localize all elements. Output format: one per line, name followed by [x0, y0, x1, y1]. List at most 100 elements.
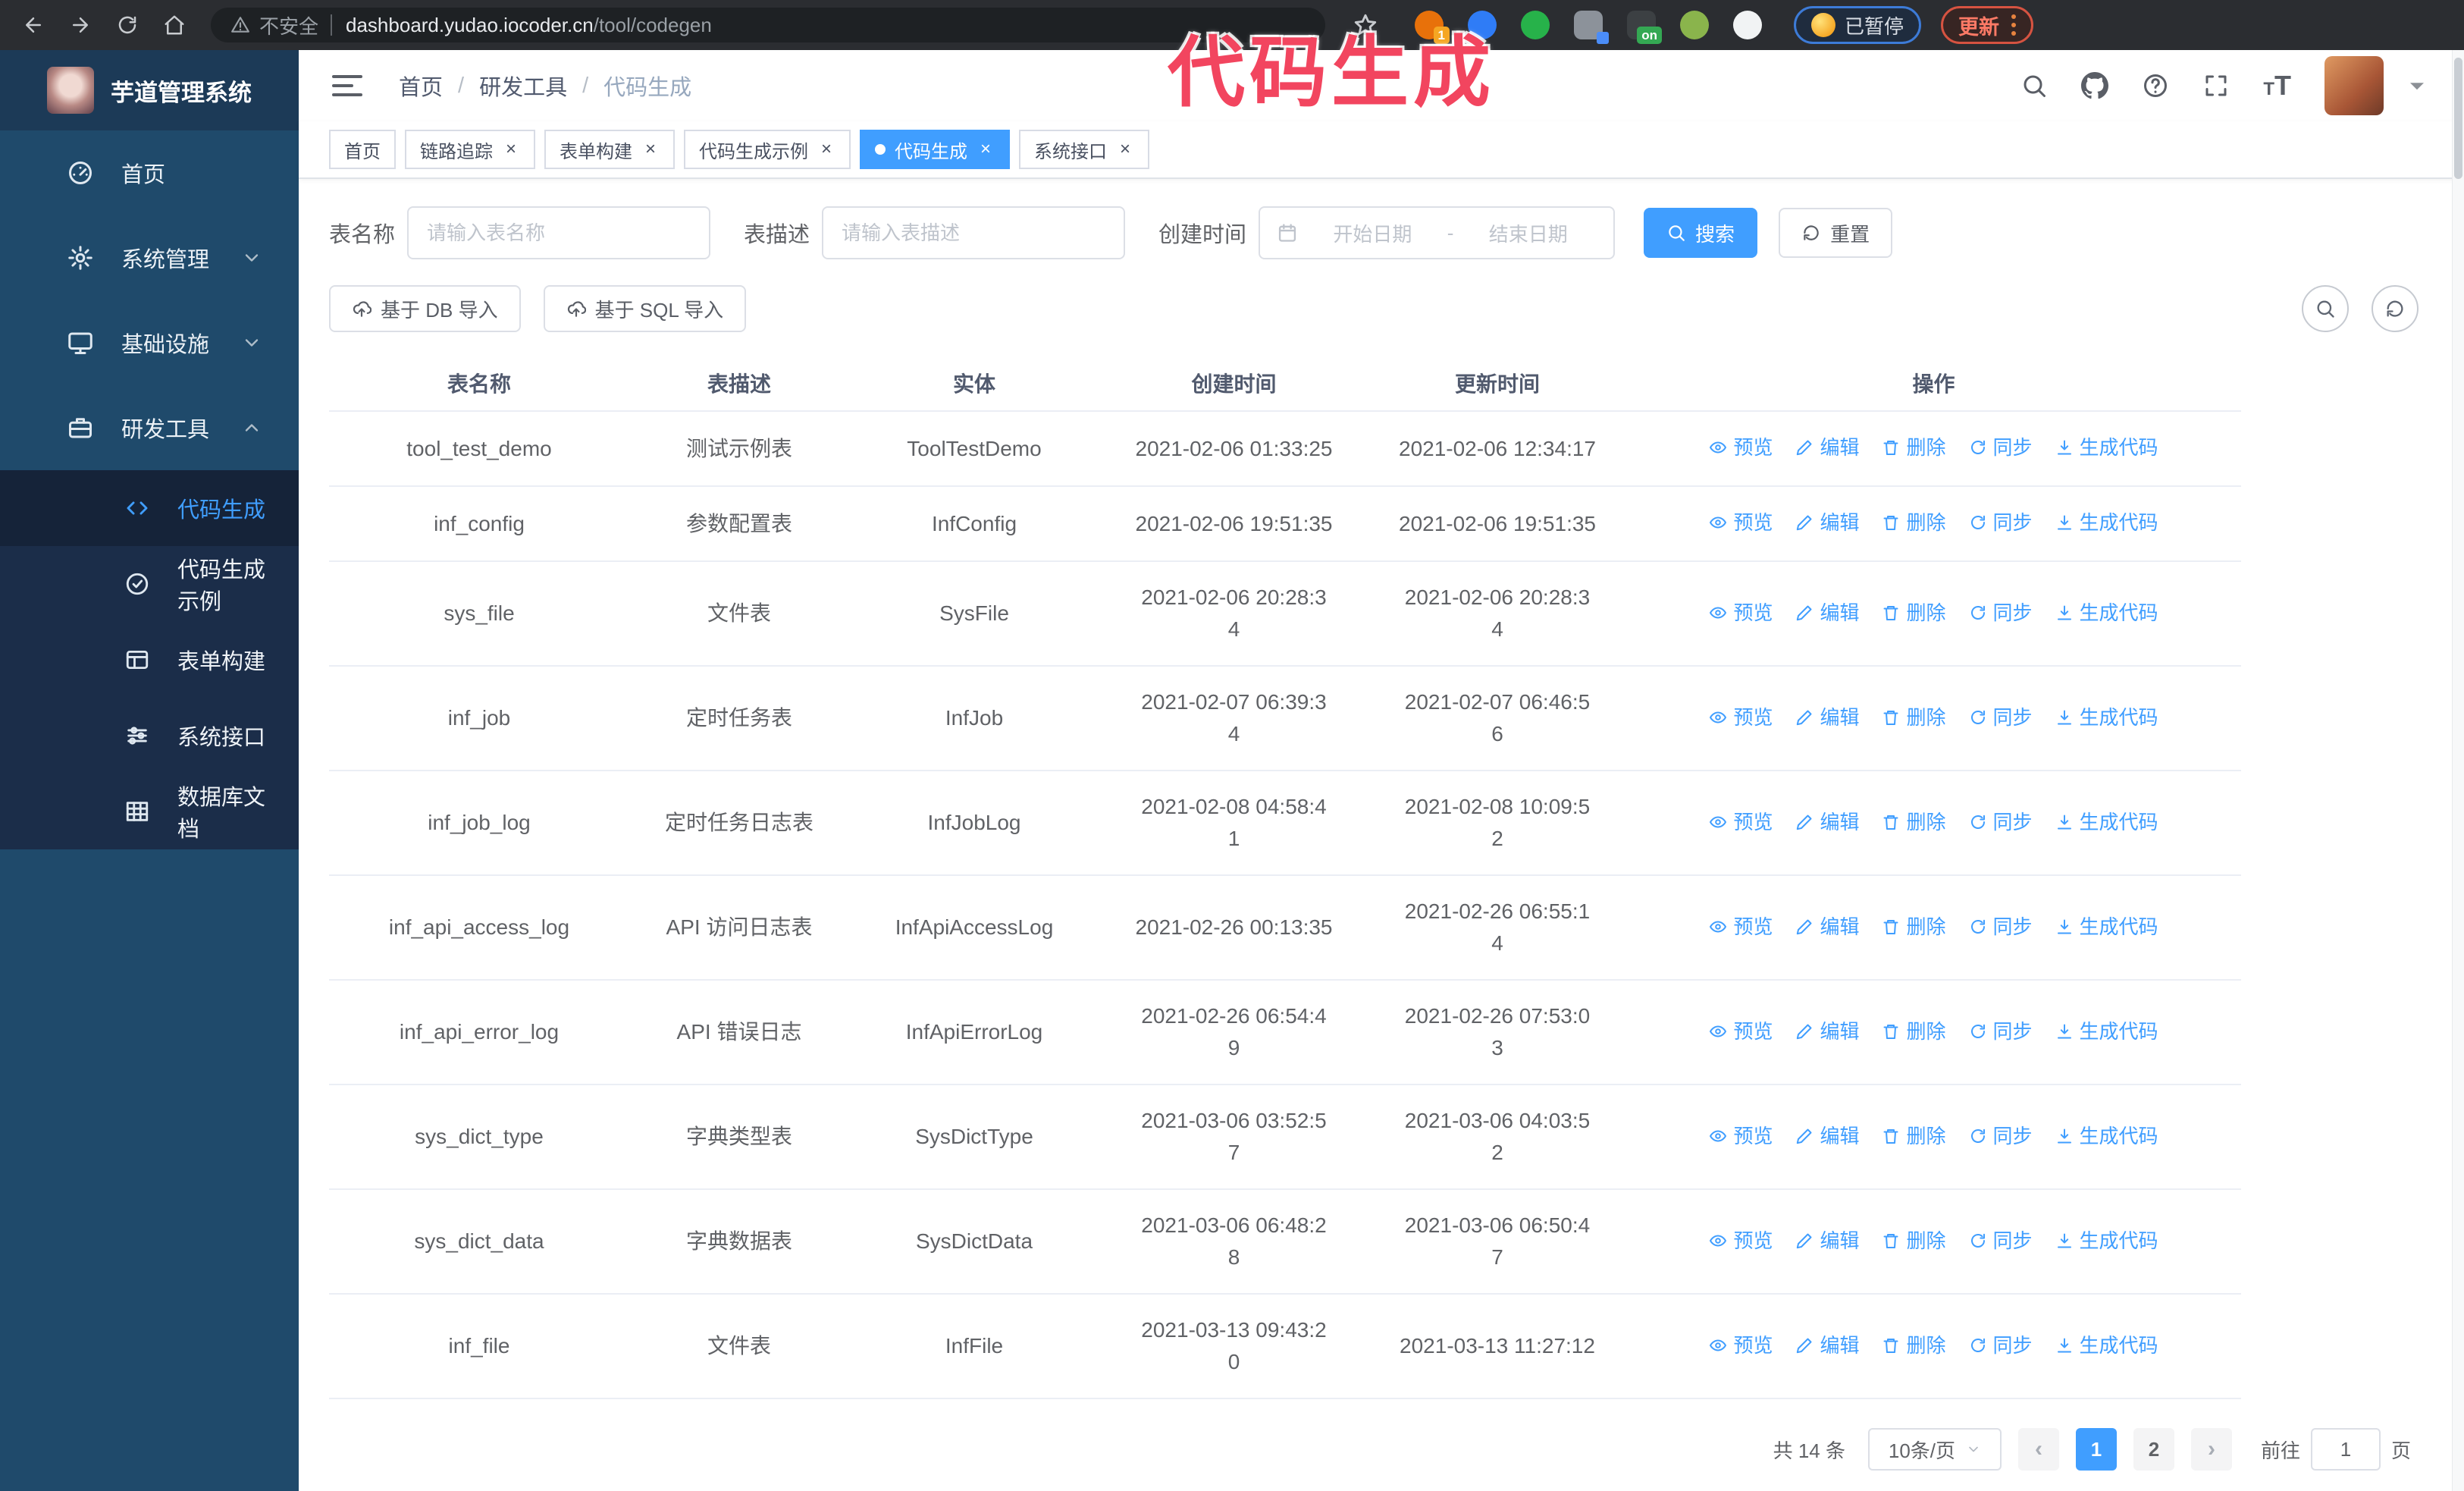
编辑-link[interactable]: 编辑	[1795, 507, 1859, 538]
browser-reload-button[interactable]	[109, 7, 146, 43]
sidebar-item-代码生成示例[interactable]: 代码生成示例	[0, 546, 299, 622]
删除-link[interactable]: 删除	[1882, 432, 1946, 463]
reset-button[interactable]: 重置	[1779, 208, 1893, 258]
page-button-2[interactable]: 2	[2133, 1428, 2174, 1471]
import-sql-button[interactable]: 基于 SQL 导入	[543, 285, 747, 332]
删除-link[interactable]: 删除	[1882, 806, 1946, 838]
预览-link[interactable]: 预览	[1709, 806, 1773, 838]
同步-link[interactable]: 同步	[1969, 911, 2033, 943]
预览-link[interactable]: 预览	[1709, 1329, 1773, 1361]
sidebar-item-基础设施[interactable]: 基础设施	[0, 300, 299, 385]
预览-link[interactable]: 预览	[1709, 911, 1773, 943]
toggle-search-button[interactable]	[2302, 285, 2349, 332]
tab-表单构建[interactable]: 表单构建 ×	[544, 130, 675, 169]
删除-link[interactable]: 删除	[1882, 702, 1946, 733]
paused-badge[interactable]: 已暂停	[1794, 6, 1922, 44]
scrollbar-thumb[interactable]	[2454, 58, 2462, 179]
generate-code-link[interactable]: 生成代码	[2055, 597, 2158, 629]
import-db-button[interactable]: 基于 DB 导入	[329, 285, 521, 332]
编辑-link[interactable]: 编辑	[1795, 702, 1859, 733]
generate-code-link[interactable]: 生成代码	[2055, 432, 2158, 463]
browser-home-button[interactable]	[156, 7, 193, 43]
address-bar[interactable]: 不安全 dashboard.yudao.iocoder.cn /tool/cod…	[211, 8, 1325, 42]
同步-link[interactable]: 同步	[1969, 806, 2033, 838]
删除-link[interactable]: 删除	[1882, 911, 1946, 943]
删除-link[interactable]: 删除	[1882, 1225, 1946, 1257]
bookmark-star-icon[interactable]	[1353, 12, 1378, 38]
编辑-link[interactable]: 编辑	[1795, 432, 1859, 463]
table-desc-input[interactable]	[822, 206, 1126, 259]
generate-code-link[interactable]: 生成代码	[2055, 507, 2158, 538]
同步-link[interactable]: 同步	[1969, 597, 2033, 629]
generate-code-link[interactable]: 生成代码	[2055, 806, 2158, 838]
search-button[interactable]: 搜索	[1644, 208, 1758, 258]
预览-link[interactable]: 预览	[1709, 702, 1773, 733]
预览-link[interactable]: 预览	[1709, 432, 1773, 463]
sidebar-item-表单构建[interactable]: 表单构建	[0, 622, 299, 698]
编辑-link[interactable]: 编辑	[1795, 1120, 1859, 1152]
编辑-link[interactable]: 编辑	[1795, 597, 1859, 629]
font-size-icon[interactable]: TT	[2263, 70, 2291, 102]
security-label[interactable]: 不安全	[259, 11, 318, 39]
goto-page-input[interactable]	[2310, 1428, 2381, 1471]
编辑-link[interactable]: 编辑	[1795, 1225, 1859, 1257]
编辑-link[interactable]: 编辑	[1795, 1329, 1859, 1361]
tab-首页[interactable]: 首页	[329, 130, 396, 169]
sidebar-item-研发工具[interactable]: 研发工具	[0, 385, 299, 470]
browser-extension-green-circle-icon[interactable]	[1521, 11, 1550, 39]
generate-code-link[interactable]: 生成代码	[2055, 1015, 2158, 1047]
预览-link[interactable]: 预览	[1709, 507, 1773, 538]
同步-link[interactable]: 同步	[1969, 432, 2033, 463]
sidebar-item-代码生成[interactable]: 代码生成	[0, 470, 299, 546]
generate-code-link[interactable]: 生成代码	[2055, 1120, 2158, 1152]
删除-link[interactable]: 删除	[1882, 1329, 1946, 1361]
browser-extension-green-monkey-icon[interactable]	[1680, 11, 1709, 39]
table-name-input[interactable]	[407, 206, 711, 259]
browser-extension-white-icon[interactable]	[1733, 11, 1762, 39]
next-page-button[interactable]: ›	[2190, 1428, 2232, 1471]
page-button-1[interactable]: 1	[2075, 1428, 2117, 1471]
close-icon[interactable]: ×	[817, 139, 835, 160]
tab-代码生成示例[interactable]: 代码生成示例 ×	[684, 130, 851, 169]
avatar[interactable]	[2324, 56, 2384, 115]
删除-link[interactable]: 删除	[1882, 1015, 1946, 1047]
sidebar-item-系统接口[interactable]: 系统接口	[0, 698, 299, 774]
编辑-link[interactable]: 编辑	[1795, 911, 1859, 943]
删除-link[interactable]: 删除	[1882, 1120, 1946, 1152]
sidebar-item-系统管理[interactable]: 系统管理	[0, 215, 299, 300]
同步-link[interactable]: 同步	[1969, 1225, 2033, 1257]
sidebar-item-数据库文档[interactable]: 数据库文档	[0, 774, 299, 849]
browser-forward-button[interactable]	[62, 7, 99, 43]
close-icon[interactable]: ×	[1116, 139, 1134, 160]
sidebar-item-首页[interactable]: 首页	[0, 130, 299, 215]
date-range-picker[interactable]: 开始日期 - 结束日期	[1259, 206, 1616, 259]
generate-code-link[interactable]: 生成代码	[2055, 911, 2158, 943]
more-menu-icon[interactable]	[2011, 14, 2017, 36]
close-icon[interactable]: ×	[977, 139, 995, 160]
app-logo-area[interactable]: 芋道管理系统	[0, 50, 299, 130]
同步-link[interactable]: 同步	[1969, 1015, 2033, 1047]
hamburger-icon[interactable]	[332, 75, 362, 96]
预览-link[interactable]: 预览	[1709, 1015, 1773, 1047]
update-button[interactable]: 更新	[1941, 6, 2034, 44]
同步-link[interactable]: 同步	[1969, 1120, 2033, 1152]
header-search-icon[interactable]	[2020, 72, 2048, 99]
预览-link[interactable]: 预览	[1709, 1120, 1773, 1152]
同步-link[interactable]: 同步	[1969, 507, 2033, 538]
breadcrumb-devtools[interactable]: 研发工具	[479, 70, 567, 102]
编辑-link[interactable]: 编辑	[1795, 806, 1859, 838]
browser-back-button[interactable]	[15, 7, 52, 43]
refresh-table-button[interactable]	[2372, 285, 2419, 332]
删除-link[interactable]: 删除	[1882, 507, 1946, 538]
help-icon[interactable]	[2142, 72, 2169, 99]
browser-extension-gem-icon[interactable]	[1468, 11, 1497, 39]
generate-code-link[interactable]: 生成代码	[2055, 1329, 2158, 1361]
browser-extension-dark-icon[interactable]: on	[1627, 11, 1662, 44]
scrollbar[interactable]	[2452, 50, 2464, 1491]
close-icon[interactable]: ×	[641, 139, 660, 160]
tab-代码生成[interactable]: 代码生成 ×	[860, 130, 1010, 169]
同步-link[interactable]: 同步	[1969, 1329, 2033, 1361]
预览-link[interactable]: 预览	[1709, 597, 1773, 629]
avatar-caret-icon[interactable]	[2403, 72, 2431, 99]
generate-code-link[interactable]: 生成代码	[2055, 702, 2158, 733]
